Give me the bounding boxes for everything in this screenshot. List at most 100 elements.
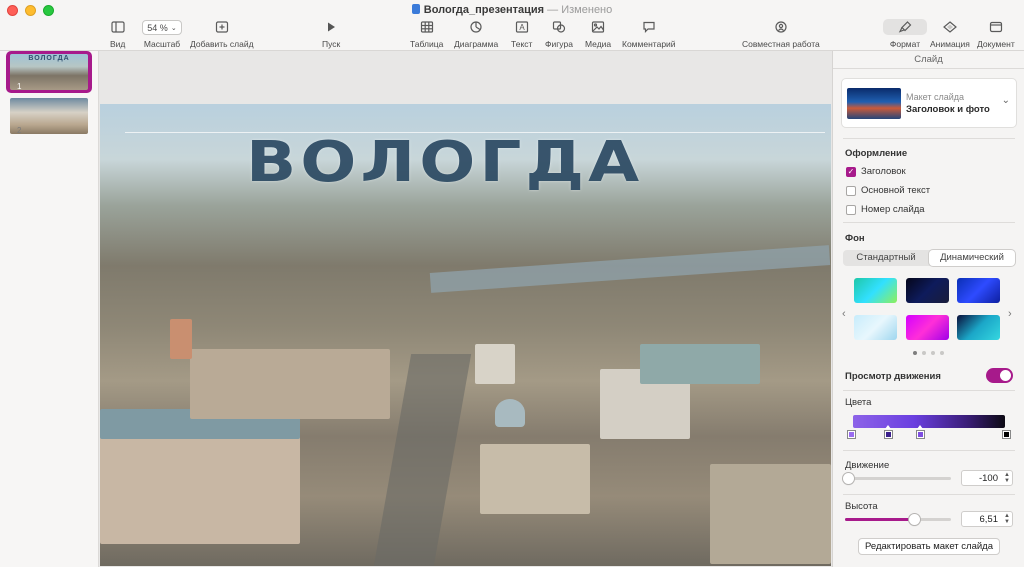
keynote-doc-icon [411,4,420,14]
height-slider-knob[interactable] [908,514,920,525]
body-checkbox[interactable] [846,185,856,196]
animate-button[interactable]: Анимация [930,20,970,49]
motion-slider-knob[interactable] [843,473,854,484]
swatch-magenta[interactable] [906,315,949,340]
table-button[interactable]: Таблица [410,20,443,49]
photo-building [100,434,300,544]
motion-preview-toggle[interactable] [986,368,1013,383]
slide-number-checkbox-row[interactable]: Номер слайда [846,204,925,215]
slide-layout-select[interactable]: Макет слайда Заголовок и фото ⌄ [841,78,1017,128]
document-icon [989,21,1002,33]
comment-icon [643,21,655,33]
photo-icon [591,21,605,33]
chevron-down-icon: ⌄ [1001,95,1010,106]
photo-dome [495,399,525,427]
edit-slide-layout-button[interactable]: Редактировать макет слайда [858,538,1000,555]
color-stop-4[interactable] [1003,431,1010,438]
divider [843,494,1015,495]
photo-building [710,464,831,564]
swatch-blue[interactable] [957,278,1000,303]
slide-number-checkbox[interactable] [846,204,856,215]
photo-building [190,349,390,419]
slide-number-checkbox-label: Номер слайда [861,204,925,215]
title-separator: — [547,4,559,16]
motion-value: -100 [978,473,998,484]
chart-label: Диаграмма [454,39,499,49]
dynamic-background-tab[interactable]: Динамический [929,250,1015,266]
slide-thumbnail-image: ВОЛОГДА [10,54,88,90]
swatch-rainbow[interactable] [854,278,897,303]
slide-title[interactable]: ВОЛОГДА [246,129,643,194]
document-button[interactable]: Документ [977,20,1015,49]
diamond-icon [943,21,957,33]
media-button[interactable]: Медиа [585,20,611,49]
slide-number: 2 [17,126,22,135]
motion-stepper[interactable]: -100 ▲ ▼ [961,470,1013,486]
layout-value: Заголовок и фото [906,104,990,115]
comment-button[interactable]: Комментарий [622,20,676,49]
title-checkbox[interactable]: ✓ [846,166,856,177]
stepper-arrows-icon[interactable]: ▲ ▼ [1004,513,1010,525]
slide-number: 1 [17,82,22,91]
swatch-dark-blue[interactable] [906,278,949,303]
color-stop-2[interactable] [885,431,892,438]
stop-marker [917,425,923,429]
swatch-light-blue[interactable] [854,315,897,340]
page-dot[interactable] [940,351,944,355]
text-button[interactable]: A Текст [511,20,532,49]
layout-thumbnail [847,88,901,119]
motion-preview-label: Просмотр движения [845,371,941,382]
zoom-value: 54 % [147,22,168,33]
document-status: Изменено [561,4,613,16]
page-dot[interactable] [931,351,935,355]
text-box-icon: A [515,21,528,33]
stepper-arrows-icon[interactable]: ▲ ▼ [1004,472,1010,484]
play-button[interactable]: Пуск [322,20,340,49]
table-icon [420,21,433,33]
paintbrush-icon [898,20,912,33]
title-checkbox-label: Заголовок [861,166,906,177]
height-stepper[interactable]: 6,51 ▲ ▼ [961,511,1013,527]
title-checkbox-row[interactable]: ✓ Заголовок [846,166,906,177]
table-label: Таблица [410,39,444,49]
format-button[interactable]: Формат [883,18,927,49]
color-stop-1[interactable] [848,431,855,438]
add-slide-icon [215,21,228,33]
slide-thumbnail-1[interactable]: ВОЛОГДА 1 [6,51,92,93]
slide-photo[interactable]: ВОЛОГДА [100,104,831,566]
zoom-control[interactable]: 54 % ⌄ Масштаб [142,20,182,49]
swatch-teal[interactable] [957,315,1000,340]
divider [843,138,1015,139]
chevron-left-icon[interactable]: ‹ [842,308,846,320]
standard-background-tab[interactable]: Стандартный [843,250,929,266]
slide-thumbnail-image [10,98,88,134]
add-slide-button[interactable]: Добавить слайд [190,20,254,49]
page-dot[interactable] [922,351,926,355]
slide-navigator: ВОЛОГДА 1 2 [0,51,99,567]
collaborate-label: Совместная работа [742,39,820,49]
height-value: 6,51 [979,514,999,525]
zoom-select[interactable]: 54 % ⌄ [142,20,182,35]
thumbnail-title: ВОЛОГДА [28,55,70,62]
divider [843,390,1015,391]
toolbar: Вологда_презентация — Изменено Вид 54 % ⌄… [0,0,1024,51]
divider [843,450,1015,451]
shape-button[interactable]: Фигура [545,20,573,49]
collaborate-button[interactable]: Совместная работа [742,20,820,49]
view-button[interactable]: Вид [110,20,125,49]
page-dot[interactable] [913,351,917,355]
add-slide-label: Добавить слайд [190,39,254,49]
photo-river [429,245,831,293]
swatch-page-dots [913,351,944,355]
chart-button[interactable]: Диаграмма [454,20,498,49]
play-label: Пуск [322,39,341,49]
comment-label: Комментарий [622,39,676,49]
color-gradient-bar[interactable] [853,415,1005,428]
motion-slider[interactable] [845,477,951,480]
photo-roof [640,344,760,384]
body-checkbox-row[interactable]: Основной текст [846,185,930,196]
chevron-right-icon[interactable]: › [1008,308,1012,320]
color-stop-3[interactable] [917,431,924,438]
document-label: Документ [977,39,1015,49]
background-type-segmented: Стандартный Динамический [843,250,1015,266]
